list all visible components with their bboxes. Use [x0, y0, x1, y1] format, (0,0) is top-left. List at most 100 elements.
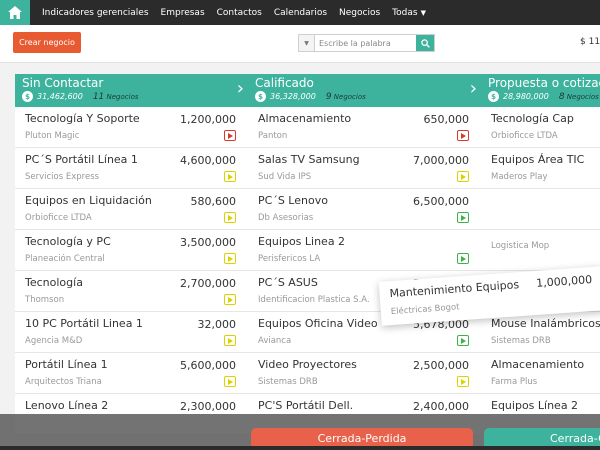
deal-company: Thomson [25, 295, 65, 305]
pipeline-board: Sin Contactar $31,462,600 11 Negocios › Tecn… [0, 63, 600, 450]
column-calificado: Calificado $36,328,000 9 Negocios › Almacena… [248, 74, 481, 435]
deal-action-button[interactable] [224, 376, 236, 387]
deal-company: Agencia M&D [25, 336, 83, 346]
play-icon [227, 132, 233, 139]
column-count-number: 11 [92, 91, 105, 102]
create-deal-button[interactable]: Crear negocio [13, 32, 81, 53]
deal-action-button[interactable] [224, 335, 236, 346]
deal-card[interactable]: Logistica Mop [481, 230, 600, 271]
deal-card[interactable]: PC´S Lenovo 6,500,000 Db Asesorias [248, 189, 481, 230]
play-icon [227, 255, 233, 262]
column-header[interactable]: Sin Contactar $31,462,600 11 Negocios › [15, 74, 248, 107]
status-bar [0, 446, 600, 450]
chevron-right-icon: › [236, 78, 244, 99]
deal-action-button[interactable] [457, 212, 469, 223]
deal-card[interactable]: Portátil Línea 1 5,600,000 Arquitectos Tri… [15, 353, 248, 394]
deal-action-button[interactable] [224, 212, 236, 223]
nav-calendarios[interactable]: Calendarios [274, 8, 327, 18]
deal-title: Equipos Linea 2 [258, 235, 346, 248]
column-propuesta: Propuesta o cotización$28,980,000 8 Negoc… [481, 74, 600, 435]
deal-company: Arquitectos Triana [25, 377, 102, 387]
home-button[interactable] [0, 0, 30, 25]
deal-amount: 3,500,000 [180, 236, 236, 249]
deal-action-button[interactable] [224, 130, 236, 141]
nav-contactos[interactable]: Contactos [217, 8, 262, 18]
column-header[interactable]: Propuesta o cotización$28,980,000 8 Negoc… [481, 74, 600, 107]
column-header[interactable]: Calificado $36,328,000 9 Negocios › [248, 74, 481, 107]
deal-action-button[interactable] [457, 376, 469, 387]
nav-indicadores[interactable]: Indicadores gerenciales [42, 8, 149, 18]
play-icon [460, 255, 466, 262]
column-body: Almacenamiento 650,000 Panton Salas TV Sams… [248, 107, 481, 435]
column-summary: $36,328,000 9 Negocios [255, 91, 481, 102]
caret-down-icon: ▼ [304, 39, 309, 47]
column-title: Sin Contactar [22, 76, 104, 90]
deal-action-button[interactable] [457, 335, 469, 346]
column-count-label: Negocios [333, 92, 366, 101]
column-title: Calificado [255, 76, 314, 90]
deal-amount: 7,000,000 [413, 154, 469, 167]
deal-company: Orbioficce LTDA [491, 131, 558, 141]
deal-card[interactable]: Salas TV Samsung 7,000,000 Sud Vida IPS [248, 148, 481, 189]
deal-company: Pluton Magic [25, 131, 80, 141]
search-filter-dropdown[interactable]: ▼ [299, 35, 315, 51]
search-button[interactable] [416, 35, 434, 51]
deal-company: Perisfericos LA [258, 254, 321, 264]
deal-amount: 6,500,000 [413, 195, 469, 208]
column-count: 11 Negocios [93, 92, 139, 102]
deal-card[interactable]: Tecnología 2,700,000 Thomson [15, 271, 248, 312]
play-icon [460, 173, 466, 180]
deal-card[interactable]: Tecnología Cap Orbioficce LTDA [481, 107, 600, 148]
deal-amount: 32,000 [197, 318, 237, 331]
dollar-icon: $ [488, 91, 499, 102]
deal-amount: 1,000,000 [535, 273, 593, 290]
deal-amount: 2,300,000 [180, 400, 236, 413]
deal-company: Planeación Central [25, 254, 105, 264]
deal-action-button[interactable] [457, 253, 469, 264]
nav-todas-label: Todas [392, 7, 418, 18]
column-amount: 31,462,600 [37, 92, 83, 101]
deal-title: Equipos Área TIC [491, 153, 585, 166]
deal-card[interactable]: Tecnología Y Soporte 1,200,000 Pluton Magi… [15, 107, 248, 148]
deal-card[interactable]: PC´S Portátil Línea 1 4,600,000 Servicios … [15, 148, 248, 189]
deal-action-button[interactable] [224, 171, 236, 182]
drop-zone-bar: Cerrada-Perdida Cerrada-G [0, 414, 600, 450]
deal-action-button[interactable] [224, 294, 236, 305]
deal-card[interactable]: Equipos en Liquidación 580,600 Orbioficce … [15, 189, 248, 230]
deal-card[interactable]: Equipos Área TIC Maderos Play [481, 148, 600, 189]
column-count-number: 8 [558, 91, 565, 102]
deal-company: Sud Vida IPS [258, 172, 312, 182]
nav-negocios[interactable]: Negocios [339, 8, 380, 18]
deal-amount: 4,600,000 [180, 154, 236, 167]
deal-card[interactable]: Almacenamiento 650,000 Panton [248, 107, 481, 148]
deal-card[interactable]: Video Proyectores 2,500,000 Sistemas DRB [248, 353, 481, 394]
column-sin-contactar: Sin Contactar $31,462,600 11 Negocios › Tecn… [15, 74, 248, 435]
deal-action-button[interactable] [457, 171, 469, 182]
deal-company: Sistemas DRB [491, 336, 551, 346]
deal-company: Orbioficce LTDA [25, 213, 92, 223]
nav-todas[interactable]: Todas ▼ [392, 8, 426, 18]
deal-card[interactable]: Tecnología y PC 3,500,000 Planeación Centr… [15, 230, 248, 271]
deal-title: Mouse Inalámbricos [491, 317, 600, 330]
dollar-icon: $ [22, 91, 33, 102]
column-count: 8 Negocios [559, 92, 599, 102]
play-icon [227, 173, 233, 180]
search-input[interactable] [315, 35, 416, 51]
deal-amount: 2,700,000 [180, 277, 236, 290]
deal-action-button[interactable] [224, 253, 236, 264]
column-count: 9 Negocios [326, 92, 366, 102]
deal-card[interactable]: Almacenamiento Farma Plus [481, 353, 600, 394]
deal-card[interactable]: Equipos Linea 2 Perisfericos LA [248, 230, 481, 271]
deal-amount: 2,500,000 [413, 359, 469, 372]
deal-action-button[interactable] [457, 130, 469, 141]
deal-card[interactable]: Mouse Inalámbricos Sistemas DRB [481, 312, 600, 353]
deal-company: Logistica Mop [491, 241, 550, 251]
play-icon [460, 214, 466, 221]
deal-card[interactable] [481, 189, 600, 230]
deal-card[interactable]: 10 PC Portátil Linea 1 32,000 Agencia M&D [15, 312, 248, 353]
nav-empresas[interactable]: Empresas [161, 8, 205, 18]
dollar-icon: $ [255, 91, 266, 102]
column-title: Propuesta o cotización [488, 76, 600, 90]
search-box: ▼ [298, 34, 435, 52]
caret-down-icon: ▼ [420, 8, 426, 17]
